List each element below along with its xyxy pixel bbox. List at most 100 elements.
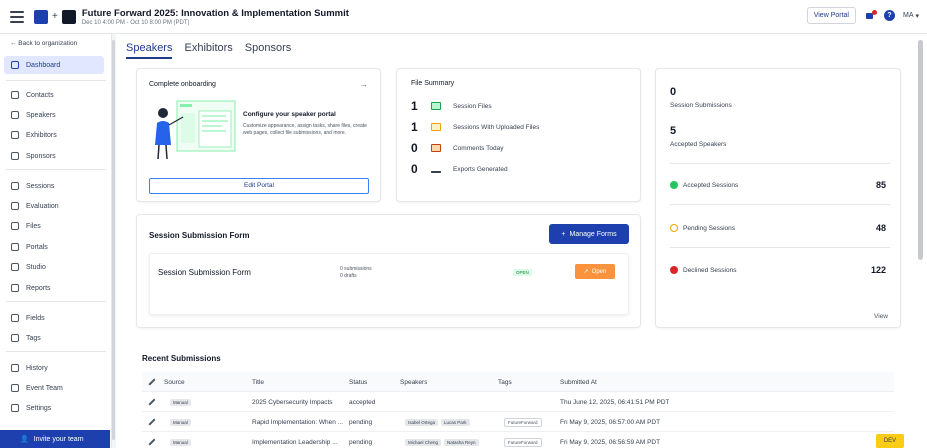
submissions-count: 0 submissions	[340, 266, 372, 272]
column-header-source[interactable]: Source	[164, 372, 185, 392]
stats-divider	[670, 163, 890, 164]
tab-speakers[interactable]: Speakers	[126, 42, 173, 59]
sidebar-item-speakers[interactable]: Speakers	[4, 106, 104, 124]
row-status: pending	[349, 438, 373, 446]
sidebar-item-label: Portals	[26, 243, 48, 251]
speaker-chip[interactable]: Natasha Reyn	[444, 438, 479, 446]
sidebar-item-files[interactable]: Files	[4, 217, 104, 235]
open-form-button[interactable]: ↗ Open	[575, 264, 615, 279]
edit-icon[interactable]	[148, 412, 155, 432]
top-bar: + Future Forward 2025: Innovation & Impl…	[0, 0, 927, 34]
stats-divider	[670, 204, 890, 205]
table-row[interactable]: Manual 2025 Cybersecurity Impacts accept…	[142, 392, 894, 412]
help-icon[interactable]: ?	[883, 10, 895, 21]
invite-team-button[interactable]: 👤 Invite your team	[0, 430, 110, 448]
sidebar-scrollbar[interactable]	[112, 40, 115, 440]
dashboard-icon	[11, 61, 19, 69]
view-portal-button[interactable]: View Portal	[806, 7, 856, 24]
column-header-speakers[interactable]: Speakers	[400, 372, 427, 392]
edit-portal-button[interactable]: Edit Portal	[149, 178, 369, 194]
event-logo[interactable]	[61, 9, 76, 24]
edit-icon[interactable]	[148, 392, 155, 412]
sidebar-item-dashboard[interactable]: Dashboard	[4, 56, 104, 74]
table-row[interactable]: Manual Implementation Leadership ... pen…	[142, 432, 894, 448]
sidebar-item-label: Sessions	[26, 182, 55, 190]
row-submitted-at: Fri May 9, 2025, 06:56:59 AM PDT	[560, 438, 661, 446]
form-counts: 0 submissions 0 drafts	[340, 266, 372, 280]
row-title[interactable]: Implementation Leadership ...	[252, 432, 344, 448]
sidebar-item-label: Exhibitors	[26, 131, 57, 139]
sidebar-item-fields[interactable]: Fields	[4, 309, 104, 327]
recent-submissions-table: Source Title Status Speakers Tags Submit…	[142, 372, 894, 448]
portals-icon	[11, 243, 19, 251]
accepted-speakers-label: Accepted Speakers	[670, 141, 727, 148]
exhibitors-icon	[11, 131, 19, 139]
external-link-icon: ↗	[583, 269, 589, 275]
sidebar-item-settings[interactable]: Settings	[4, 399, 104, 417]
file-summary-card: File Summary 1 Session Files 1 Sessions …	[396, 68, 641, 202]
fields-icon	[11, 314, 19, 322]
declined-sessions-row[interactable]: Declined Sessions 122	[670, 265, 886, 275]
sidebar-item-sessions[interactable]: Sessions	[4, 177, 104, 195]
tab-bar: Speakers Exhibitors Sponsors	[126, 42, 291, 59]
avatar-initials: MA	[902, 12, 914, 19]
user-menu[interactable]: MA ▾	[903, 12, 919, 20]
accepted-sessions-row[interactable]: Accepted Sessions 85	[670, 180, 886, 190]
column-header-submitted-at[interactable]: Submitted At	[560, 372, 597, 392]
sidebar-item-reports[interactable]: Reports	[4, 279, 104, 297]
back-to-organization-link[interactable]: ← Back to organization	[10, 40, 77, 47]
view-link[interactable]: View	[874, 313, 888, 320]
tag-chip[interactable]: FutureForward	[504, 437, 542, 447]
sidebar-item-label: History	[26, 364, 48, 372]
column-header-status[interactable]: Status	[349, 372, 367, 392]
column-header-title[interactable]: Title	[252, 372, 264, 392]
declined-sessions-value: 122	[870, 265, 886, 275]
uploaded-files-count: 1	[411, 120, 418, 134]
row-title[interactable]: 2025 Cybersecurity Impacts	[252, 392, 344, 412]
evaluation-icon	[11, 202, 19, 210]
stats-divider	[670, 247, 890, 248]
submission-form-card: Session Submission Form + Manage Forms S…	[136, 214, 641, 328]
column-header-tags[interactable]: Tags	[498, 372, 512, 392]
plus-icon: +	[52, 11, 58, 22]
sidebar-item-portals[interactable]: Portals	[4, 238, 104, 256]
clock-icon	[670, 224, 678, 232]
menu-icon[interactable]	[10, 10, 24, 23]
sidebar-item-sponsors[interactable]: Sponsors	[4, 147, 104, 165]
tab-exhibitors[interactable]: Exhibitors	[184, 42, 232, 59]
sidebar-item-studio[interactable]: Studio	[4, 258, 104, 276]
speaker-chip[interactable]: Isabel Ortega	[405, 418, 439, 426]
tab-sponsors[interactable]: Sponsors	[245, 42, 291, 59]
sidebar-divider	[6, 169, 106, 170]
manage-forms-button[interactable]: + Manage Forms	[549, 224, 629, 244]
session-submissions-label: Session Submissions	[670, 102, 732, 109]
organization-logo[interactable]	[34, 9, 48, 24]
sidebar-item-label: Tags	[26, 334, 41, 342]
sidebar-item-label: Sponsors	[26, 152, 56, 160]
sidebar-item-event-team[interactable]: Event Team	[4, 379, 104, 397]
main-scrollbar[interactable]	[918, 40, 923, 260]
main-content: Speakers Exhibitors Sponsors Complete on…	[116, 34, 927, 448]
speaker-chip[interactable]: Lucas Park	[441, 418, 470, 426]
arrow-right-icon[interactable]: →	[359, 79, 368, 89]
sidebar-item-exhibitors[interactable]: Exhibitors	[4, 126, 104, 144]
file-summary-row: 1 Sessions With Uploaded Files	[411, 120, 539, 134]
speaker-chip[interactable]: Michael Cheng	[405, 438, 442, 446]
notification-icon[interactable]	[864, 9, 877, 22]
files-icon	[11, 222, 19, 230]
tag-chip[interactable]: FutureForward	[504, 417, 542, 427]
edit-icon[interactable]	[148, 432, 155, 448]
event-dates: Dec 10 4:00 PM - Oct 10 8:00 PM (PDT)	[81, 19, 190, 26]
sidebar-item-evaluation[interactable]: Evaluation	[4, 197, 104, 215]
tag-icon	[11, 334, 19, 342]
event-header: Future Forward 2025: Innovation & Implem…	[82, 8, 349, 26]
table-header: Source Title Status Speakers Tags Submit…	[142, 372, 894, 392]
session-submissions-count: 0	[670, 86, 677, 98]
table-row[interactable]: Manual Rapid Implementation: When ... pe…	[142, 412, 894, 432]
row-title[interactable]: Rapid Implementation: When ...	[252, 412, 344, 432]
sidebar-item-tags[interactable]: Tags	[4, 329, 104, 347]
sidebar-item-contacts[interactable]: Contacts	[4, 86, 104, 104]
manage-forms-label: Manage Forms	[569, 230, 617, 238]
sidebar-item-history[interactable]: History	[4, 359, 104, 377]
pending-sessions-row[interactable]: Pending Sessions 48	[670, 223, 886, 233]
